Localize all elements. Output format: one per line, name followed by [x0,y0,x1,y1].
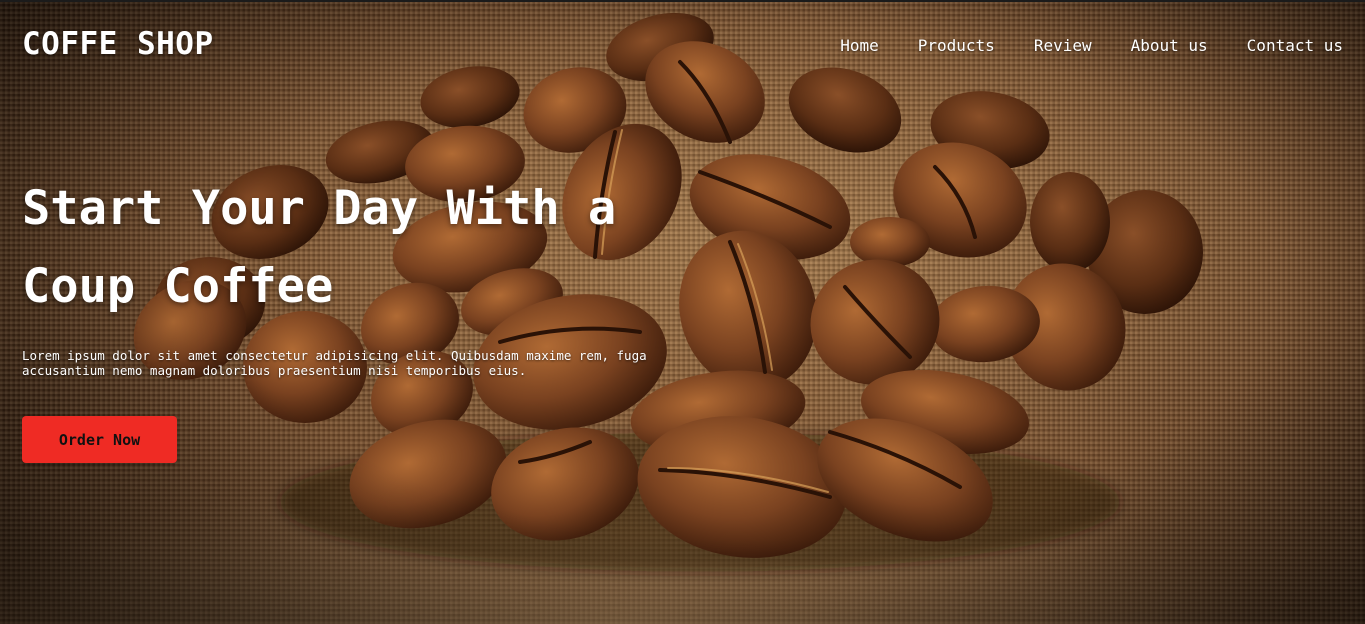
hero-headline: Start Your Day With a Coup Coffee [22,181,617,314]
nav-link-products[interactable]: Products [918,36,995,55]
site-header: COFFE SHOP Home Products Review About us… [0,2,1365,90]
order-now-button[interactable]: Order Now [22,416,177,463]
nav-link-contact-us[interactable]: Contact us [1247,36,1343,55]
nav-link-home[interactable]: Home [840,36,879,55]
nav-link-review[interactable]: Review [1034,36,1092,55]
hero-section: Start Your Day With a Coup Coffee Lorem … [22,170,722,463]
hero-description: Lorem ipsum dolor sit amet consectetur a… [22,348,647,378]
site-logo[interactable]: COFFE SHOP [22,26,214,62]
nav-link-about-us[interactable]: About us [1131,36,1208,55]
main-nav: Home Products Review About us Contact us [840,36,1343,55]
